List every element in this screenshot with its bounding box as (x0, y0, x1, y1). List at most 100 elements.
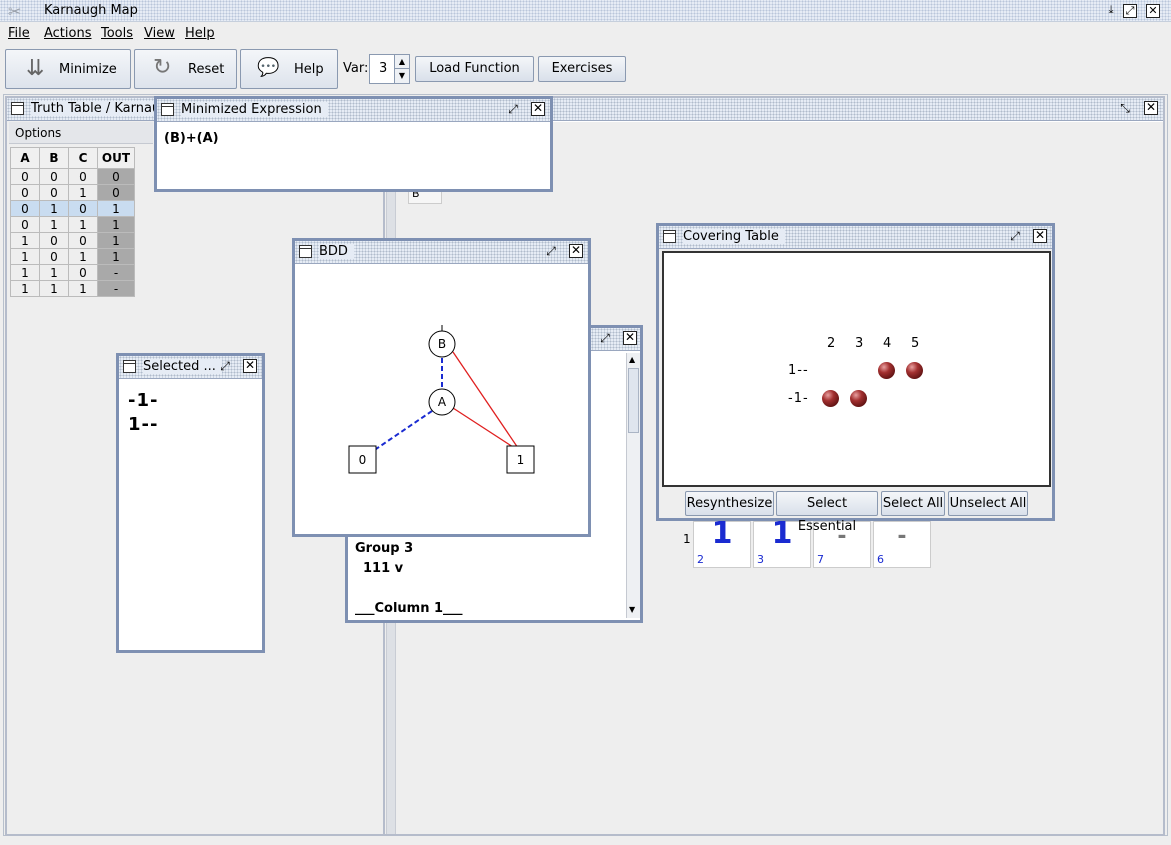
select-all-button[interactable]: Select All (881, 491, 945, 516)
kmap-cell-index: 6 (877, 553, 884, 566)
truth-table-row[interactable]: 110- (10, 264, 135, 281)
qm-scrollbar[interactable]: ▲ ▼ (626, 353, 640, 618)
minimize-window-icon[interactable]: ⤓ (1104, 4, 1118, 18)
minimized-restore-icon[interactable]: ⤢ (506, 102, 520, 116)
exercises-button[interactable]: Exercises (538, 56, 626, 82)
options-header[interactable]: Options (9, 122, 153, 144)
scroll-down-icon[interactable]: ▼ (629, 605, 635, 614)
truth-table-row[interactable]: 1001 (10, 232, 135, 249)
covering-titlebar: Covering Table (659, 226, 1052, 249)
minimized-titlebar: Minimized Expression (157, 99, 550, 122)
frame-icon (299, 245, 312, 258)
menu-bar: File Actions Tools View Help (0, 22, 1171, 46)
menu-help[interactable]: Help (185, 26, 215, 41)
kmap-restore-icon[interactable]: ⤡ (1118, 101, 1132, 115)
var-value[interactable]: 3 (379, 61, 387, 76)
truth-table-row[interactable]: 0000 (10, 168, 135, 185)
reset-button[interactable]: ↻ Reset (134, 49, 237, 89)
truth-table-row[interactable]: 111- (10, 280, 135, 297)
kmap-row-label: 1 (683, 532, 691, 546)
kmap-cell[interactable]: 12 (693, 516, 751, 568)
bdd-close-icon[interactable]: ✕ (569, 244, 583, 258)
out-cell[interactable]: 1 (97, 232, 135, 249)
selected-item[interactable]: -1- (128, 389, 158, 413)
covering-title: Covering Table (683, 229, 785, 244)
app-logo-icon: ✂ (8, 2, 22, 21)
out-cell[interactable]: 0 (97, 168, 135, 185)
menu-file[interactable]: File (8, 26, 30, 41)
out-cell[interactable]: 1 (97, 200, 135, 217)
menu-tools[interactable]: Tools (101, 26, 133, 41)
kmap-close-icon[interactable]: ✕ (1144, 101, 1158, 115)
input-cell: 0 (39, 232, 69, 249)
selected-list: -1- 1-- (128, 389, 158, 437)
window-titlebar: ✂ Karnaugh Map ⤓ ⤢ ✕ (0, 0, 1171, 22)
bdd-edge-a-low (375, 410, 433, 450)
truth-table-row[interactable]: 0101 (10, 200, 135, 217)
selected-close-icon[interactable]: ✕ (243, 359, 257, 373)
truth-table-row[interactable]: 1011 (10, 248, 135, 265)
input-cell: 1 (39, 200, 69, 217)
truth-table-row[interactable]: 0010 (10, 184, 135, 201)
selected-item[interactable]: 1-- (128, 413, 158, 437)
load-function-button[interactable]: Load Function (415, 56, 534, 82)
menu-actions[interactable]: Actions (44, 26, 92, 41)
out-cell[interactable]: 1 (97, 216, 135, 233)
truth-table-header: C (68, 147, 98, 169)
menu-view[interactable]: View (144, 26, 175, 41)
var-label: Var: (343, 61, 369, 76)
qm-term: 111 v (363, 561, 404, 576)
scroll-thumb[interactable] (628, 368, 639, 433)
spinner-up-icon[interactable]: ▲ (394, 55, 409, 69)
input-cell: 0 (68, 264, 98, 281)
spinner-down-icon[interactable]: ▼ (394, 69, 409, 83)
cover-mark[interactable] (906, 362, 923, 379)
minimize-button[interactable]: ⇊ Minimize (5, 49, 131, 89)
input-cell: 1 (10, 232, 40, 249)
input-cell: 0 (10, 184, 40, 201)
minimize-icon: ⇊ (26, 56, 45, 81)
kmap-cell[interactable]: -6 (873, 521, 931, 568)
bdd-title: BDD (319, 244, 354, 259)
qm-group-label: Group 3 (355, 541, 414, 556)
input-cell: 0 (10, 168, 40, 185)
covering-restore-icon[interactable]: ⤢ (1008, 229, 1022, 243)
input-cell: 0 (10, 200, 40, 217)
selected-restore-icon[interactable]: ⤢ (218, 359, 232, 373)
qm-restore-icon[interactable]: ⤢ (598, 331, 612, 345)
out-cell[interactable]: 0 (97, 184, 135, 201)
truth-table-title: Truth Table / Karnau (31, 101, 167, 116)
minimized-close-icon[interactable]: ✕ (531, 102, 545, 116)
covering-col-header: 4 (883, 336, 892, 351)
help-icon: 💬 (257, 57, 280, 78)
input-cell: 0 (39, 184, 69, 201)
var-spinner[interactable]: 3 ▲ ▼ (369, 54, 410, 84)
input-cell: 0 (68, 168, 98, 185)
bdd-node-b-label: B (438, 337, 446, 351)
cover-mark[interactable] (822, 390, 839, 407)
scroll-up-icon[interactable]: ▲ (629, 355, 635, 364)
resynthesize-button[interactable]: Resynthesize (685, 491, 774, 516)
close-window-icon[interactable]: ✕ (1146, 4, 1160, 18)
help-button[interactable]: 💬 Help (240, 49, 338, 89)
bdd-edge-b-high (452, 351, 519, 449)
covering-row-header: 1-- (788, 363, 809, 378)
out-cell[interactable]: - (97, 280, 135, 297)
bdd-graph: B A 0 1 (348, 325, 535, 474)
input-cell: 1 (39, 216, 69, 233)
cover-mark[interactable] (850, 390, 867, 407)
unselect-all-button[interactable]: Unselect All (948, 491, 1028, 516)
covering-col-header: 5 (911, 336, 920, 351)
qm-close-icon[interactable]: ✕ (623, 331, 637, 345)
covering-col-header: 2 (827, 336, 836, 351)
select-essential-button[interactable]: Select Essential (776, 491, 878, 534)
covering-close-icon[interactable]: ✕ (1033, 229, 1047, 243)
kmap-cell-value: - (897, 524, 907, 549)
truth-table-row[interactable]: 0111 (10, 216, 135, 233)
bdd-restore-icon[interactable]: ⤢ (544, 244, 558, 258)
maximize-window-icon[interactable]: ⤢ (1123, 4, 1137, 18)
out-cell[interactable]: 1 (97, 248, 135, 265)
out-cell[interactable]: - (97, 264, 135, 281)
kmap-cell-index: 2 (697, 553, 704, 566)
cover-mark[interactable] (878, 362, 895, 379)
